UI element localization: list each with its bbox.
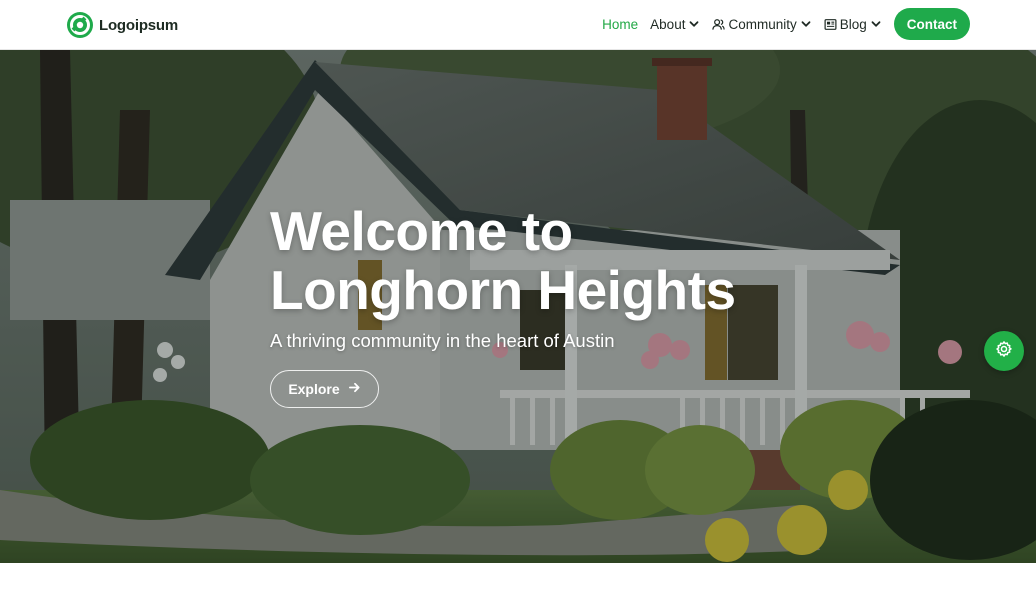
hero-section: Welcome to Longhorn Heights A thriving c…	[0, 50, 1036, 563]
gear-icon	[995, 340, 1013, 363]
nav-about-label: About	[650, 16, 686, 32]
site-header: Logoipsum Home About Community Blog Cont…	[0, 0, 1036, 50]
hero-title-line2: Longhorn Heights	[270, 259, 736, 321]
nav-blog[interactable]: Blog	[824, 17, 882, 32]
hero-subtitle: A thriving community in the heart of Aus…	[270, 330, 615, 351]
explore-button-label: Explore	[288, 381, 340, 397]
main-nav: Home About Community Blog Contact	[590, 8, 970, 40]
nav-blog-label: Blog	[839, 16, 867, 32]
nav-home-label: Home	[602, 16, 639, 32]
page-content-area	[0, 563, 1036, 603]
newspaper-icon	[824, 18, 837, 31]
settings-button[interactable]	[984, 331, 1024, 371]
chevron-down-icon	[688, 18, 700, 30]
logo-mark-icon	[66, 11, 94, 39]
arrow-right-icon	[348, 381, 361, 397]
nav-about[interactable]: About	[650, 17, 700, 32]
logo-text: Logoipsum	[99, 16, 179, 34]
nav-community[interactable]: Community	[712, 17, 811, 32]
nav-home[interactable]: Home	[602, 17, 638, 32]
hero-title-line1: Welcome to	[270, 200, 573, 262]
chevron-down-icon	[800, 18, 812, 30]
contact-button[interactable]: Contact	[893, 8, 970, 40]
chevron-down-icon	[870, 18, 882, 30]
logo[interactable]: Logoipsum	[66, 11, 178, 39]
users-icon	[712, 18, 726, 31]
nav-community-label: Community	[728, 16, 797, 32]
hero-title: Welcome to Longhorn Heights	[270, 202, 830, 320]
explore-button[interactable]: Explore	[270, 370, 379, 408]
